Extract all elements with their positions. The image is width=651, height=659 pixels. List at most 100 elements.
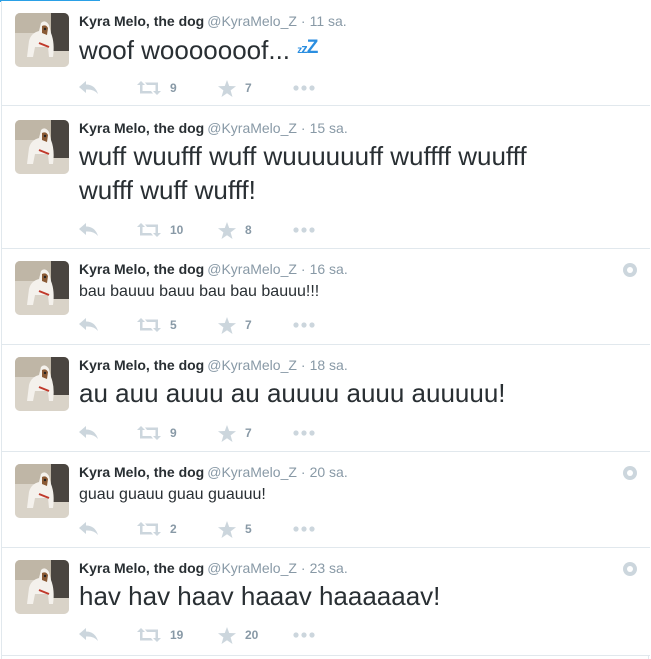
tweet-timestamp[interactable]: 18 sa.	[310, 357, 348, 373]
avatar[interactable]	[15, 357, 69, 411]
favorite-button[interactable]: 8	[218, 220, 252, 240]
tweet-author-name[interactable]: Kyra Melo, the dog	[79, 261, 204, 277]
avatar[interactable]	[15, 120, 69, 174]
tweet-text: guau guauu guau guauuu!	[79, 486, 266, 503]
tweet-timestamp[interactable]: 11 sa.	[310, 13, 347, 29]
tweet-actions: 9 7	[79, 78, 339, 98]
reply-button[interactable]	[79, 519, 99, 539]
tweet-timestamp[interactable]: 16 sa.	[310, 261, 348, 277]
reply-icon	[79, 628, 98, 641]
favorite-button[interactable]: 5	[218, 519, 252, 539]
retweet-button[interactable]: 5	[137, 315, 177, 335]
tweet-author-name[interactable]: Kyra Melo, the dog	[79, 357, 204, 373]
favorite-button[interactable]: 7	[218, 423, 252, 443]
tweet-timestamp[interactable]: 20 sa.	[310, 464, 348, 480]
separator-dot: ·	[300, 464, 306, 480]
more-button[interactable]	[293, 220, 315, 240]
tweet-text: hav hav haav haaav haaaaaav!	[79, 581, 441, 611]
more-button[interactable]	[293, 519, 315, 539]
retweet-icon	[137, 426, 161, 440]
separator-dot: ·	[300, 357, 306, 373]
more-dots-icon	[293, 632, 315, 638]
tweet-timestamp[interactable]: 23 sa.	[310, 560, 348, 576]
separator-dot: ·	[300, 120, 306, 136]
avatar[interactable]	[15, 261, 69, 315]
retweet-icon	[137, 81, 161, 95]
reply-button[interactable]	[79, 625, 99, 645]
tweet-text: woof wooooooof... zzZ	[79, 31, 318, 68]
tweet-actions: 9 7	[79, 423, 339, 443]
reply-button[interactable]	[79, 220, 99, 240]
favorite-button[interactable]: 7	[218, 78, 252, 98]
favorite-button[interactable]: 7	[218, 315, 252, 335]
tweet-text-content: woof wooooooof...	[79, 35, 291, 65]
tweet-item[interactable]: Kyra Melo, the dog @KyraMelo_Z · 20 sa. gua…	[2, 452, 650, 548]
tweet-username[interactable]: @KyraMelo_Z	[207, 464, 297, 480]
separator-dot: ·	[300, 13, 306, 29]
star-icon	[218, 79, 236, 97]
tweet-author-name[interactable]: Kyra Melo, the dog	[79, 120, 204, 136]
star-icon	[218, 221, 236, 239]
tweet-username[interactable]: @KyraMelo_Z	[207, 13, 297, 29]
favorite-count: 20	[245, 628, 259, 642]
reply-button[interactable]	[79, 423, 99, 443]
more-button[interactable]	[293, 78, 315, 98]
retweet-button[interactable]: 9	[137, 78, 177, 98]
tweet-text-line: wufff wuff wufff!	[79, 175, 256, 205]
tweet-username[interactable]: @KyraMelo_Z	[207, 261, 297, 277]
more-button[interactable]	[293, 625, 315, 645]
retweet-count: 2	[170, 522, 177, 536]
tweet-author-name[interactable]: Kyra Melo, the dog	[79, 464, 204, 480]
tweet-item[interactable]: Kyra Melo, the dog @KyraMelo_Z · 16 sa. bau…	[2, 249, 650, 345]
retweet-button[interactable]: 10	[137, 220, 183, 240]
reply-icon	[79, 318, 98, 331]
reply-button[interactable]	[79, 78, 99, 98]
tweet-menu-gear-icon[interactable]	[623, 562, 637, 576]
tweet-header: Kyra Melo, the dog @KyraMelo_Z · 23 sa.	[79, 560, 348, 576]
retweet-count: 9	[170, 426, 177, 440]
retweet-count: 5	[170, 318, 177, 332]
retweet-button[interactable]: 2	[137, 519, 177, 539]
sleeping-zzz-emoji-icon: zzZ	[297, 37, 318, 58]
tweet-author-name[interactable]: Kyra Melo, the dog	[79, 13, 204, 29]
more-button[interactable]	[293, 423, 315, 443]
reply-button[interactable]	[79, 315, 99, 335]
timeline: Kyra Melo, the dog @KyraMelo_Z · 11 sa. woo…	[1, 1, 650, 659]
reply-icon	[79, 522, 98, 535]
tweet-menu-gear-icon[interactable]	[623, 466, 637, 480]
more-dots-icon	[293, 526, 315, 532]
retweet-button[interactable]: 9	[137, 423, 177, 443]
retweet-count: 19	[170, 628, 184, 642]
retweet-button[interactable]: 19	[137, 625, 183, 645]
tweet-timestamp[interactable]: 15 sa.	[310, 120, 348, 136]
tweet-username[interactable]: @KyraMelo_Z	[207, 357, 297, 373]
tweet-username[interactable]: @KyraMelo_Z	[207, 120, 297, 136]
tweet-header: Kyra Melo, the dog @KyraMelo_Z · 11 sa.	[79, 13, 347, 29]
avatar[interactable]	[15, 560, 69, 614]
tweet-item[interactable]: Kyra Melo, the dog @KyraMelo_Z · 15 sa. wuf…	[2, 106, 650, 249]
tweet-text: wuff wuufff wuff wuuuuuuff wuffff wuufff…	[79, 139, 527, 207]
retweet-icon	[137, 522, 161, 536]
star-icon	[218, 626, 236, 644]
favorite-button[interactable]: 20	[218, 625, 258, 645]
tweet-item[interactable]: Kyra Melo, the dog @KyraMelo_Z · 18 sa. au …	[2, 345, 650, 452]
favorite-count: 8	[245, 223, 252, 237]
tweet-menu-gear-icon[interactable]	[623, 263, 637, 277]
favorite-count: 7	[245, 426, 252, 440]
tweet-text-line: wuff wuufff wuff wuuuuuuff wuffff wuufff	[79, 141, 527, 171]
more-dots-icon	[293, 227, 315, 233]
retweet-count: 10	[170, 223, 184, 237]
favorite-count: 7	[245, 318, 252, 332]
tweet-username[interactable]: @KyraMelo_Z	[207, 560, 297, 576]
avatar[interactable]	[15, 13, 69, 67]
separator-dot: ·	[300, 560, 306, 576]
more-button[interactable]	[293, 315, 315, 335]
tweet-item[interactable]: Kyra Melo, the dog @KyraMelo_Z · 23 sa. hav…	[2, 548, 650, 656]
tweet-actions: 5 7	[79, 315, 339, 335]
avatar[interactable]	[15, 464, 69, 518]
tweet-item[interactable]: Kyra Melo, the dog @KyraMelo_Z · 11 sa. woo…	[2, 1, 650, 106]
favorite-count: 7	[245, 81, 252, 95]
tweet-author-name[interactable]: Kyra Melo, the dog	[79, 560, 204, 576]
more-dots-icon	[293, 85, 315, 91]
retweet-count: 9	[170, 81, 177, 95]
